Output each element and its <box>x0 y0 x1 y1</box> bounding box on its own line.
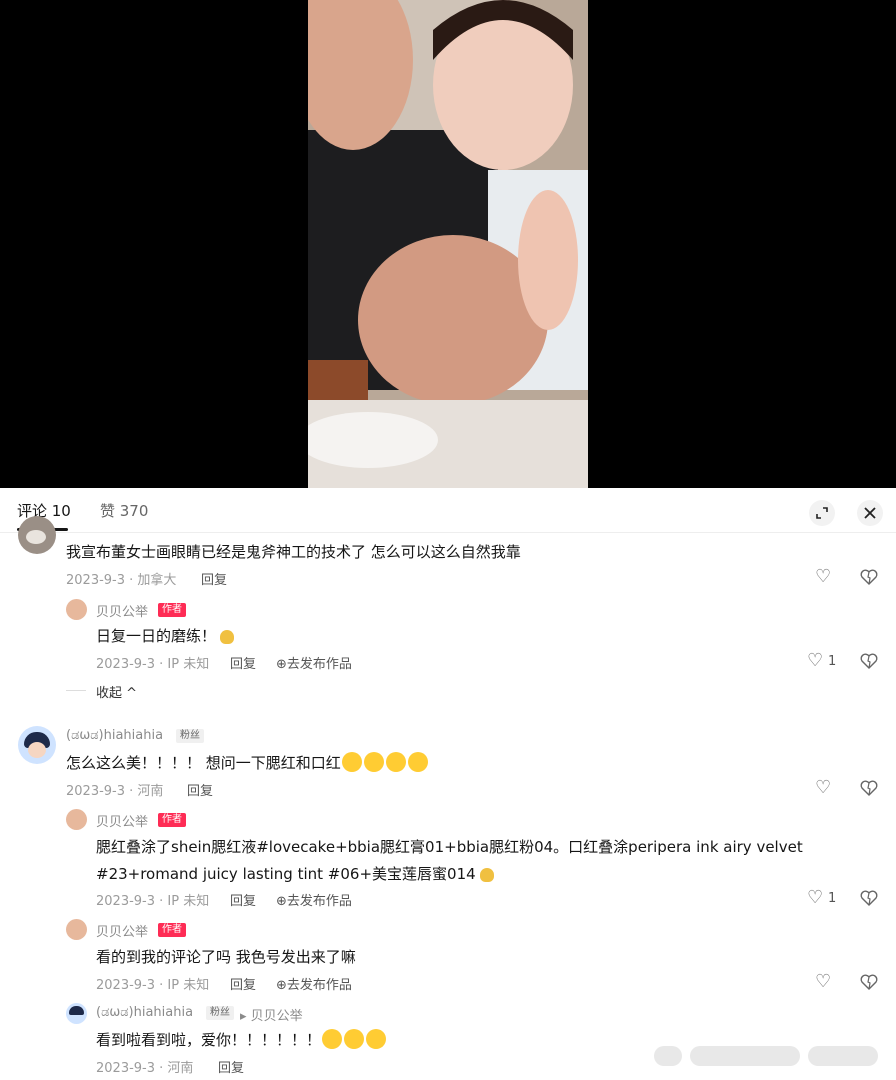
dislike-icon[interactable] <box>860 973 878 991</box>
reply-author-name[interactable]: (ಡωಡ)hiahiahia <box>96 1005 193 1020</box>
avatar[interactable] <box>66 919 87 940</box>
avatar[interactable] <box>18 516 56 554</box>
reply-date: 2023-9-3 · IP 未知 <box>96 978 210 993</box>
heart-icon[interactable]: ♡ <box>807 650 823 671</box>
reply-date: 2023-9-3 · IP 未知 <box>96 894 210 909</box>
dislike-icon[interactable] <box>860 652 878 670</box>
reply-author-name[interactable]: 贝贝公举 <box>96 811 148 830</box>
heart-icon[interactable]: ♡ <box>815 777 831 798</box>
collapse-button[interactable]: 收起 ^ <box>96 682 137 701</box>
reply-text-line1: 腮红叠涂了shein腮红液#lovecake+bbia腮红膏01+bbia腮红粉… <box>96 838 803 856</box>
close-button[interactable] <box>857 500 883 526</box>
fan-badge: 粉丝 <box>176 729 204 743</box>
chevron-up-icon: ^ <box>126 686 138 701</box>
reply-author-name[interactable]: 贝贝公举 <box>96 921 148 940</box>
reply-date: 2023-9-3 · IP 未知 <box>96 657 210 672</box>
avatar[interactable] <box>66 809 87 830</box>
heart-eyes-emoji <box>341 751 362 772</box>
reply-button[interactable]: 回复 <box>230 890 256 909</box>
comment-date: 2023-9-3 · 河南 <box>66 784 164 799</box>
video-player[interactable] <box>0 0 896 488</box>
tab-bar: 评论 10 赞 370 <box>0 488 896 533</box>
publish-work-button[interactable]: ⊕去发布作品 <box>276 974 352 993</box>
avatar[interactable] <box>18 726 56 764</box>
avatar[interactable] <box>66 599 87 620</box>
heart-eyes-emoji <box>385 751 406 772</box>
divider <box>66 690 86 691</box>
close-icon <box>864 507 876 519</box>
heart-icon[interactable]: ♡ <box>815 971 831 992</box>
reply-button[interactable]: 回复 <box>201 569 227 588</box>
reply-button[interactable]: 回复 <box>218 1057 244 1076</box>
heart-eyes-emoji <box>366 1028 387 1049</box>
publish-icon: ⊕ <box>276 657 287 672</box>
reply-button[interactable]: 回复 <box>230 974 256 993</box>
reply-author-name[interactable]: 贝贝公举 <box>96 601 148 620</box>
dislike-icon[interactable] <box>860 889 878 907</box>
publish-icon: ⊕ <box>276 894 287 909</box>
like-count: 1 <box>828 891 837 906</box>
comment-author-name[interactable]: (ಡωಡ)hiahiahia <box>66 728 163 743</box>
publish-work-button[interactable]: ⊕去发布作品 <box>276 653 352 672</box>
reply-text: 看到啦看到啦，爱你！！！！！！ <box>96 1028 387 1051</box>
reply-text-line2: #23+romand juicy lasting tint #06+美宝莲唇蜜0… <box>96 863 494 884</box>
reply-text: 看的到我的评论了吗 我色号发出来了嘛 <box>96 948 356 966</box>
expand-icon <box>816 507 828 519</box>
heart-eyes-emoji <box>407 751 428 772</box>
watermark <box>654 1042 886 1070</box>
heart-eyes-emoji <box>344 1028 365 1049</box>
gold-ingot-icon <box>479 867 494 882</box>
heart-eyes-emoji <box>322 1028 343 1049</box>
video-frame[interactable] <box>308 0 588 488</box>
avatar[interactable] <box>66 1003 87 1024</box>
heart-icon[interactable]: ♡ <box>815 566 831 587</box>
gold-ingot-icon <box>220 629 235 644</box>
dislike-icon[interactable] <box>860 779 878 797</box>
author-badge: 作者 <box>158 923 186 937</box>
author-badge: 作者 <box>158 813 186 827</box>
expand-button[interactable] <box>809 500 835 526</box>
reply-button[interactable]: 回复 <box>230 653 256 672</box>
reply-date: 2023-9-3 · 河南 <box>96 1061 194 1076</box>
reply-to-name[interactable]: ▸ 贝贝公举 <box>240 1005 303 1024</box>
comment-panel: 评论 10 赞 370 我宣布董女士画眼睛已经是鬼斧神工的技术了 怎么可以这么自… <box>0 488 896 1080</box>
fan-badge: 粉丝 <box>206 1006 234 1020</box>
publish-work-button[interactable]: ⊕去发布作品 <box>276 890 352 909</box>
video-still-image <box>308 0 588 488</box>
comment-text: 我宣布董女士画眼睛已经是鬼斧神工的技术了 怎么可以这么自然我靠 <box>66 543 521 561</box>
tab-likes[interactable]: 赞 370 <box>100 500 148 521</box>
reply-button[interactable]: 回复 <box>187 780 213 799</box>
dislike-icon[interactable] <box>860 568 878 586</box>
heart-eyes-emoji <box>363 751 384 772</box>
reply-text: 日复一日的磨练！ <box>96 625 235 646</box>
heart-icon[interactable]: ♡ <box>807 887 823 908</box>
comment-date: 2023-9-3 · 加拿大 <box>66 573 177 588</box>
comment-text: 怎么这么美！！！！ 想问一下腮红和口红 <box>66 751 429 774</box>
author-badge: 作者 <box>158 603 186 617</box>
like-count: 1 <box>828 654 837 669</box>
publish-icon: ⊕ <box>276 978 287 993</box>
